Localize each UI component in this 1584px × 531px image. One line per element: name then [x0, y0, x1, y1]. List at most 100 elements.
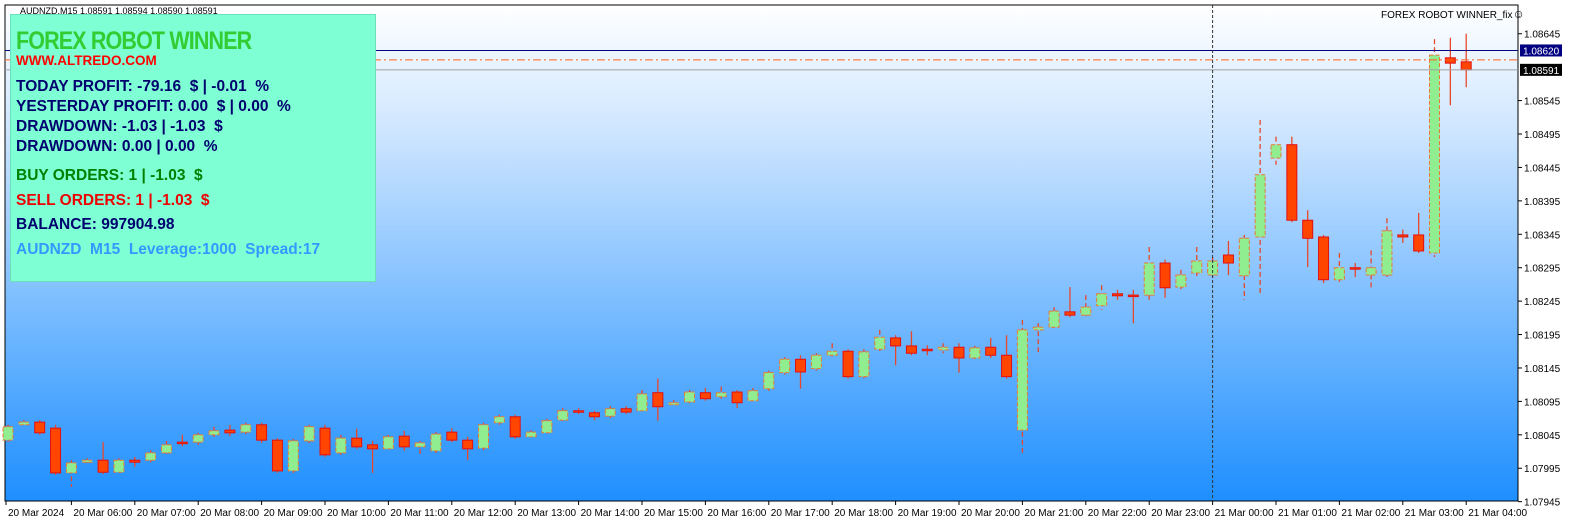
x-tick-label: 20 Mar 23:00	[1151, 508, 1210, 519]
y-tick-label: 1.08445	[1524, 163, 1561, 174]
y-tick-label: 1.08645	[1524, 30, 1561, 41]
bull-candle-body	[1333, 267, 1345, 281]
bear-candle-body	[367, 444, 379, 450]
candle	[747, 388, 759, 403]
candle	[335, 434, 347, 455]
bull-candle-body	[747, 390, 759, 402]
candle	[1318, 234, 1330, 284]
bull-candle-body	[874, 336, 886, 350]
candle	[303, 424, 315, 443]
bull-candle-body	[113, 459, 125, 473]
bear-candle-body	[256, 424, 268, 441]
bull-candle-body	[1032, 326, 1044, 331]
bull-candle-body	[604, 408, 616, 417]
y-tick-label: 1.08145	[1524, 364, 1561, 375]
bear-candle-body	[953, 346, 965, 359]
x-tick-label: 21 Mar 02:00	[1341, 508, 1400, 519]
y-tick-label: 1.08095	[1524, 397, 1561, 408]
indicator-name: FOREX ROBOT WINNER_fix	[1381, 10, 1513, 21]
bear-candle-body	[620, 408, 632, 413]
y-tick-label: 1.08245	[1524, 297, 1561, 308]
bull-candle-body	[636, 393, 648, 412]
candle	[271, 438, 283, 473]
bull-candle-body	[541, 420, 553, 434]
bull-candle-body	[1254, 174, 1266, 238]
bear-candle-body	[176, 441, 188, 445]
bid-price-label-text: 1.08591	[1523, 66, 1560, 77]
x-tick-label: 21 Mar 04:00	[1468, 508, 1527, 519]
y-tick-label: 1.08395	[1524, 197, 1561, 208]
bull-candle-body	[1429, 54, 1440, 254]
bear-candle-body	[1159, 262, 1171, 289]
bull-candle-body	[1191, 260, 1203, 274]
ask-price-label-text: 1.08620	[1523, 46, 1560, 57]
bear-candle-body	[319, 427, 331, 456]
candle	[842, 349, 854, 379]
bull-candle-body	[192, 434, 204, 443]
bull-candle-body	[763, 372, 775, 390]
bull-candle-body	[145, 452, 157, 461]
bull-candle-body	[382, 436, 394, 450]
bull-candle-body	[1238, 237, 1250, 277]
x-tick-label: 20 Mar 10:00	[327, 508, 386, 519]
candle	[763, 370, 775, 391]
drawdown-money: DRAWDOWN: -1.03 | -1.03 $	[16, 118, 223, 135]
x-tick-label: 20 Mar 20:00	[961, 508, 1020, 519]
buy-orders: BUY ORDERS: 1 | -1.03 $	[16, 167, 203, 184]
candle	[2, 424, 14, 443]
bear-candle-body	[652, 392, 664, 408]
bear-candle-body	[1064, 311, 1076, 316]
bull-candle-body	[414, 442, 426, 448]
bull-candle-body	[65, 462, 77, 474]
x-tick-label: 20 Mar 2024	[8, 508, 65, 519]
y-tick-label: 1.08045	[1524, 431, 1561, 442]
candle	[779, 357, 791, 375]
x-tick-label: 20 Mar 15:00	[644, 508, 703, 519]
bear-candle-body	[1112, 293, 1123, 297]
x-tick-label: 20 Mar 12:00	[454, 508, 513, 519]
candle	[50, 424, 62, 475]
sell-orders: SELL ORDERS: 1 | -1.03 $	[16, 192, 210, 209]
bear-candle-body	[1302, 219, 1314, 239]
bear-candle-body	[1318, 236, 1330, 281]
x-tick-label: 20 Mar 07:00	[137, 508, 196, 519]
smiley-icon: ☺	[1512, 7, 1525, 21]
website-link[interactable]: WWW.ALTREDO.COM	[16, 53, 157, 68]
today-profit: TODAY PROFIT: -79.16 $ | -0.01 %	[16, 78, 270, 95]
bull-candle-body	[81, 459, 93, 463]
bull-candle-body	[1381, 230, 1393, 276]
bull-candle-body	[1365, 267, 1377, 276]
x-tick-label: 20 Mar 11:00	[390, 508, 449, 519]
candle	[240, 422, 252, 435]
bull-candle-body	[525, 431, 537, 438]
bull-candle-body	[303, 426, 315, 442]
x-tick-label: 20 Mar 14:00	[581, 508, 640, 519]
bear-candle-body	[1444, 57, 1456, 64]
y-tick-label: 1.08195	[1524, 331, 1561, 342]
bull-candle-body	[2, 426, 14, 441]
candle	[509, 414, 521, 439]
bull-candle-body	[826, 350, 838, 356]
bear-candle-body	[1397, 234, 1409, 238]
bull-candle-body	[969, 347, 981, 359]
bull-candle-body	[684, 391, 696, 403]
bear-candle-body	[795, 358, 806, 373]
bear-candle-body	[921, 348, 933, 352]
bear-candle-body	[129, 459, 141, 463]
bull-candle-body	[18, 421, 30, 426]
candle	[319, 424, 331, 457]
symbol-info: AUDNZD M15 Leverage:1000 Spread:17	[16, 241, 321, 258]
x-tick-label: 21 Mar 03:00	[1405, 508, 1464, 519]
bear-candle-body	[462, 439, 474, 450]
bear-candle-body	[905, 345, 917, 354]
yesterday-profit: YESTERDAY PROFIT: 0.00 $ | 0.00 %	[16, 98, 291, 115]
robot-info-panel: FOREX ROBOT WINNER WWW.ALTREDO.COM TODAY…	[10, 14, 376, 282]
x-tick-label: 20 Mar 16:00	[707, 508, 766, 519]
candle	[113, 458, 125, 475]
bull-candle-body	[1048, 310, 1060, 328]
bull-candle-body	[287, 440, 299, 472]
bull-candle-body	[478, 424, 489, 449]
bull-candle-body	[1143, 262, 1155, 296]
bull-candle-body	[1080, 306, 1092, 316]
bear-candle-body	[1460, 61, 1472, 71]
